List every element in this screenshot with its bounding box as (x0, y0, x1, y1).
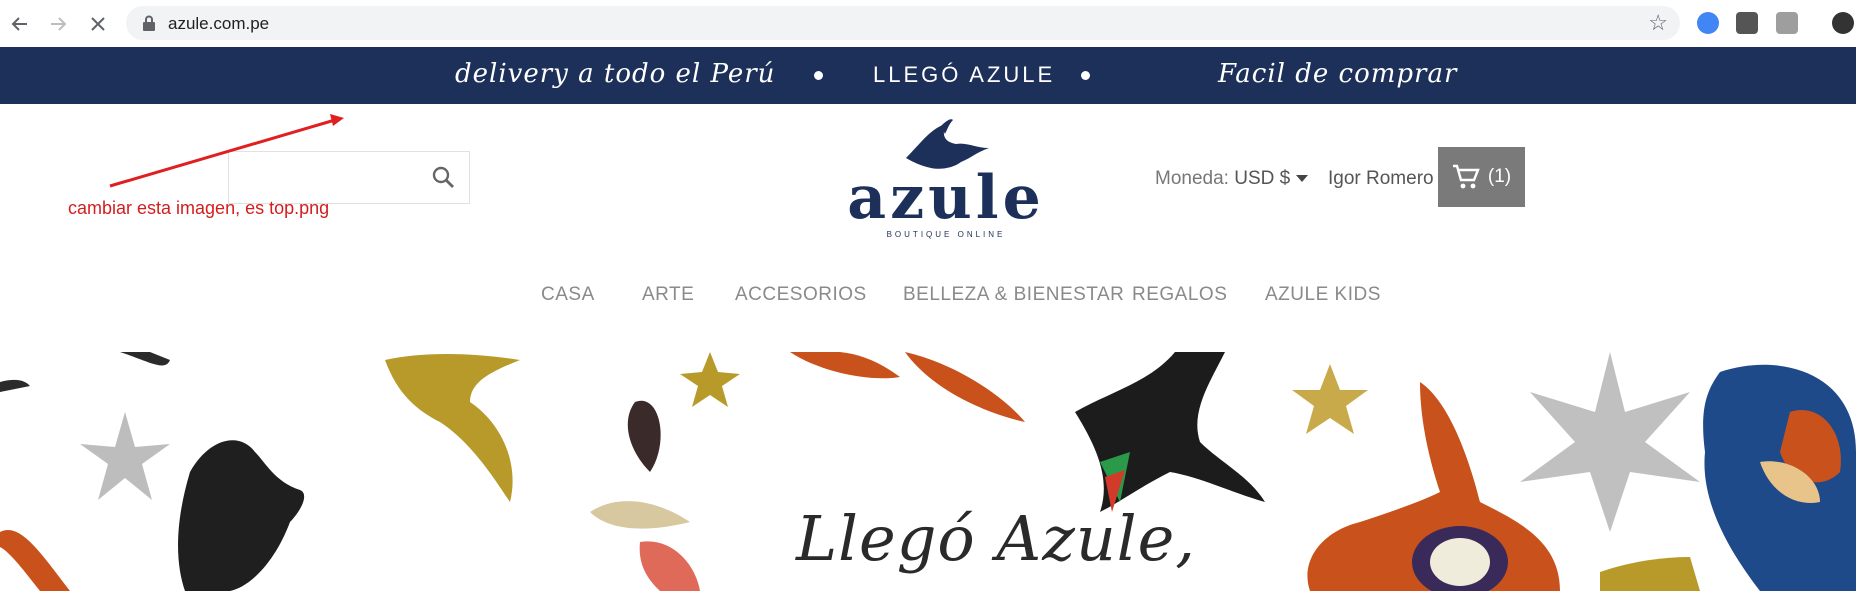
cart-count: (1) (1487, 166, 1512, 187)
menu-item-belleza[interactable]: BELLEZA & BIENESTAR (903, 284, 1124, 306)
promo-separator (814, 71, 823, 80)
menu-item-casa[interactable]: CASA (541, 284, 595, 306)
annotation-text: cambiar esta imagen, es top.png (68, 198, 330, 218)
annotation-arrow (109, 114, 344, 188)
menu-item-azule-kids[interactable]: AZULE KIDS (1265, 284, 1381, 306)
cart-button[interactable]: (1) (1438, 147, 1525, 207)
menu-item-accesorios[interactable]: ACCESORIOS (735, 284, 867, 306)
code-extension-icon[interactable] (1776, 12, 1798, 34)
hero-banner[interactable]: Llegó Azule, (0, 352, 1856, 591)
search-icon[interactable] (431, 165, 455, 194)
hero-title: Llegó Azule, (796, 502, 1197, 575)
shopping-cart-icon (1452, 164, 1480, 189)
currency-value: USD $ (1234, 168, 1291, 189)
profile-avatar[interactable] (1832, 12, 1854, 34)
download-extension-icon[interactable] (1736, 12, 1758, 34)
promo-center-text: LLEGÓ AZULE (873, 62, 1056, 87)
currency-label: Moneda: (1155, 168, 1229, 189)
logo-tagline: BOUTIQUE ONLINE (886, 230, 1006, 239)
star-icon (80, 412, 170, 500)
main-menu: CASA ARTE ACCESORIOS BELLEZA & BIENESTAR… (0, 284, 1856, 308)
promo-separator (1081, 71, 1090, 80)
currency-selector[interactable]: Moneda: USD $ (1155, 168, 1309, 190)
menu-item-regalos[interactable]: REGALOS (1132, 284, 1227, 306)
logo-word: azule (847, 163, 1045, 233)
promo-easy-text: Facil de comprar (1218, 59, 1458, 89)
user-account-link[interactable]: Igor Romero (1328, 168, 1434, 190)
caret-down-icon (1296, 175, 1309, 183)
menu-item-arte[interactable]: ARTE (642, 284, 694, 306)
extension-icon[interactable] (1697, 12, 1719, 34)
azule-logo[interactable]: azule BOUTIQUE ONLINE (846, 118, 1046, 244)
star-icon[interactable]: ☆ (1648, 10, 1668, 36)
promo-delivery-text: delivery a todo el Perú (455, 59, 776, 89)
